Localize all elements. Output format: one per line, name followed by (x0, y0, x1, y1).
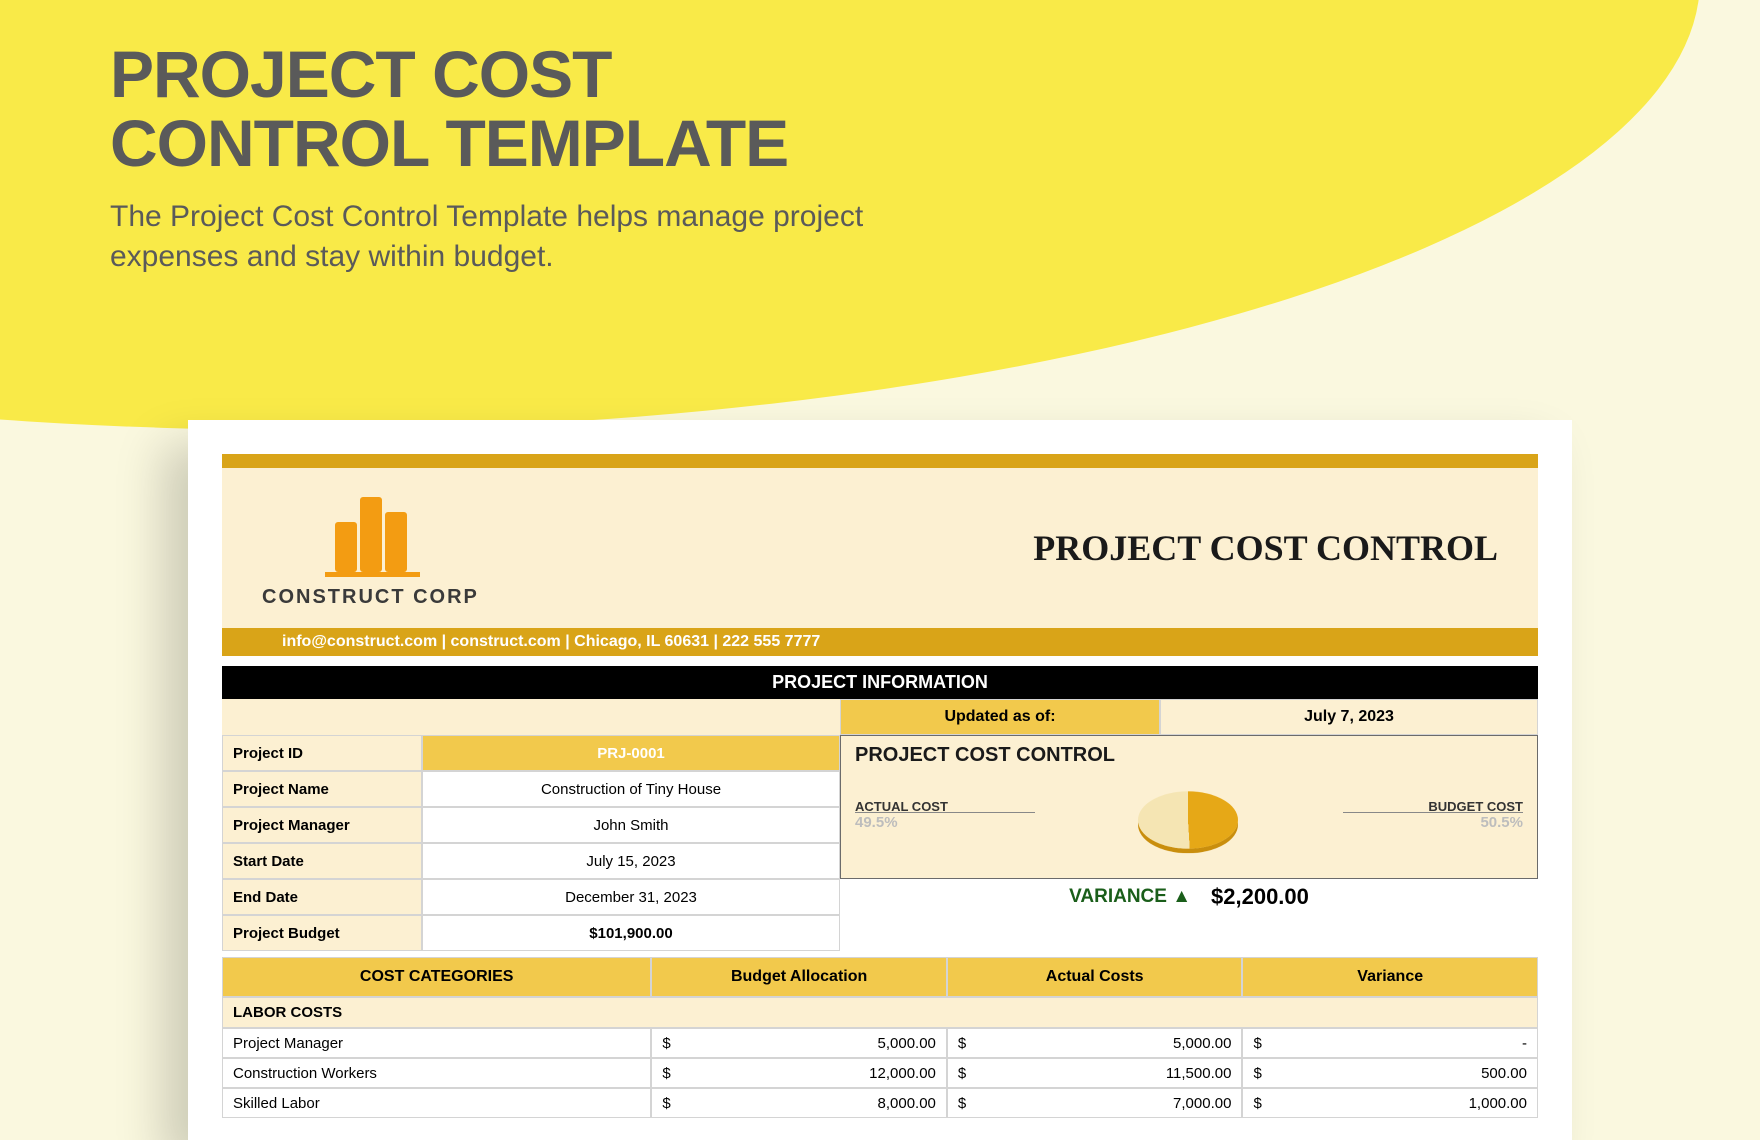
col-actual: Actual Costs (947, 957, 1243, 997)
value-project-manager: John Smith (422, 807, 840, 843)
page-subtitle: The Project Cost Control Template helps … (110, 197, 870, 278)
page-title: PROJECT COST CONTROL TEMPLATE (110, 40, 870, 179)
cell-variance: $500.00 (1242, 1058, 1538, 1088)
accent-bar (222, 454, 1538, 468)
leader-line-right (1343, 812, 1523, 813)
cell-budget: $8,000.00 (651, 1088, 947, 1118)
updated-row: Updated as of: July 7, 2023 (222, 699, 1538, 735)
label-project-name: Project Name (222, 771, 422, 807)
currency-symbol: $ (958, 1035, 966, 1052)
value-project-budget: $101,900.00 (422, 915, 840, 951)
cell-actual: $5,000.00 (947, 1028, 1243, 1058)
amount: - (1522, 1035, 1527, 1052)
buildings-icon (300, 487, 440, 582)
amount: 12,000.00 (869, 1065, 936, 1082)
cell-name: Skilled Labor (222, 1088, 651, 1118)
amount: 7,000.00 (1173, 1095, 1231, 1112)
amount: 5,000.00 (1173, 1035, 1231, 1052)
cell-budget: $12,000.00 (651, 1058, 947, 1088)
currency-symbol: $ (1253, 1035, 1261, 1052)
cell-name: Project Manager (222, 1028, 651, 1058)
info-left: Project ID PRJ-0001 Project Name Constru… (222, 735, 840, 951)
table-row: Construction Workers $12,000.00 $11,500.… (222, 1058, 1538, 1088)
company-name: CONSTRUCT CORP (262, 586, 479, 609)
row-project-name: Project Name Construction of Tiny House (222, 771, 840, 807)
variance-row: VARIANCE ▲ $2,200.00 (840, 879, 1538, 915)
budget-cost-pct: 50.5% (1428, 814, 1523, 831)
pie-icon (1138, 791, 1238, 848)
info-grid: Project ID PRJ-0001 Project Name Constru… (222, 735, 1538, 951)
amount: 11,500.00 (1166, 1065, 1232, 1082)
chart-right-label: BUDGET COST 50.5% (1428, 799, 1523, 831)
row-project-id: Project ID PRJ-0001 (222, 735, 840, 771)
col-variance: Variance (1242, 957, 1538, 997)
cell-name: Construction Workers (222, 1058, 651, 1088)
chart-box: PROJECT COST CONTROL ACTUAL COST 49.5% B… (840, 735, 1538, 879)
pie-chart (1123, 775, 1253, 855)
contact-bar: info@construct.com | construct.com | Chi… (222, 628, 1538, 656)
updated-value: July 7, 2023 (1160, 699, 1538, 735)
value-project-name: Construction of Tiny House (422, 771, 840, 807)
currency-symbol: $ (1253, 1065, 1261, 1082)
updated-label: Updated as of: (840, 699, 1160, 735)
company-logo-block: CONSTRUCT CORP (262, 487, 479, 609)
variance-label: VARIANCE ▲ (1069, 886, 1191, 908)
group-labor-costs: LABOR COSTS (222, 997, 1538, 1028)
table-row: Skilled Labor $8,000.00 $7,000.00 $1,000… (222, 1088, 1538, 1118)
currency-symbol: $ (1253, 1095, 1261, 1112)
row-project-budget: Project Budget $101,900.00 (222, 915, 840, 951)
document-preview: CONSTRUCT CORP PROJECT COST CONTROL info… (188, 420, 1572, 1140)
label-project-budget: Project Budget (222, 915, 422, 951)
cell-variance: $- (1242, 1028, 1538, 1058)
value-end-date: December 31, 2023 (422, 879, 840, 915)
value-project-id: PRJ-0001 (422, 735, 840, 771)
label-end-date: End Date (222, 879, 422, 915)
col-categories: COST CATEGORIES (222, 957, 651, 997)
chart-title: PROJECT COST CONTROL (855, 744, 1523, 767)
info-right: PROJECT COST CONTROL ACTUAL COST 49.5% B… (840, 735, 1538, 951)
amount: 1,000.00 (1469, 1095, 1527, 1112)
chart-left-label: ACTUAL COST 49.5% (855, 799, 948, 831)
title-line-1: PROJECT COST (110, 37, 611, 111)
actual-cost-pct: 49.5% (855, 814, 948, 831)
label-start-date: Start Date (222, 843, 422, 879)
cell-variance: $1,000.00 (1242, 1088, 1538, 1118)
label-project-id: Project ID (222, 735, 422, 771)
section-project-info: PROJECT INFORMATION (222, 666, 1538, 699)
currency-symbol: $ (662, 1095, 670, 1112)
cell-actual: $11,500.00 (947, 1058, 1243, 1088)
cell-budget: $5,000.00 (651, 1028, 947, 1058)
company-header: CONSTRUCT CORP PROJECT COST CONTROL (222, 468, 1538, 628)
row-start-date: Start Date July 15, 2023 (222, 843, 840, 879)
chart-body: ACTUAL COST 49.5% BUDGET COST 50.5% (855, 775, 1523, 855)
label-project-manager: Project Manager (222, 807, 422, 843)
cost-header-row: COST CATEGORIES Budget Allocation Actual… (222, 957, 1538, 997)
col-budget: Budget Allocation (651, 957, 947, 997)
currency-symbol: $ (662, 1035, 670, 1052)
row-end-date: End Date December 31, 2023 (222, 879, 840, 915)
variance-value: $2,200.00 (1211, 884, 1309, 910)
amount: 8,000.00 (878, 1095, 936, 1112)
table-row: Project Manager $5,000.00 $5,000.00 $- (222, 1028, 1538, 1058)
currency-symbol: $ (958, 1095, 966, 1112)
page-header: PROJECT COST CONTROL TEMPLATE The Projec… (110, 40, 870, 278)
cell-actual: $7,000.00 (947, 1088, 1243, 1118)
doc-title: PROJECT COST CONTROL (1033, 527, 1498, 569)
leader-line-left (855, 812, 1035, 813)
blank-cell (222, 699, 840, 735)
amount: 5,000.00 (878, 1035, 936, 1052)
amount: 500.00 (1481, 1065, 1527, 1082)
currency-symbol: $ (662, 1065, 670, 1082)
row-project-manager: Project Manager John Smith (222, 807, 840, 843)
currency-symbol: $ (958, 1065, 966, 1082)
title-line-2: CONTROL TEMPLATE (110, 106, 788, 180)
value-start-date: July 15, 2023 (422, 843, 840, 879)
